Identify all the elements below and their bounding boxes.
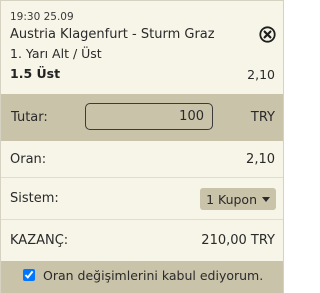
system-dropdown-value: 1 Kupon xyxy=(206,191,257,207)
system-dropdown[interactable]: 1 Kupon xyxy=(200,188,276,210)
total-odds-value: 2,10 xyxy=(246,152,275,167)
stake-bar: Tutar: TRY xyxy=(1,94,283,141)
system-row: Sistem: 1 Kupon xyxy=(1,178,283,219)
bet-slip: 19:30 25.09 Austria Klagenfurt - Sturm G… xyxy=(0,0,284,293)
selection-name: 1.5 Üst xyxy=(10,66,61,81)
stake-currency: TRY xyxy=(250,110,275,125)
bet-item: 19:30 25.09 Austria Klagenfurt - Sturm G… xyxy=(1,1,283,94)
winnings-row: KAZANÇ: 210,00 TRY xyxy=(1,220,283,261)
stake-input[interactable] xyxy=(85,103,213,130)
footer-bar: Oran değişimlerini kabul ediyorum. xyxy=(1,261,283,293)
caret-down-icon xyxy=(262,196,270,202)
close-icon[interactable] xyxy=(259,26,276,43)
total-odds-label: Oran: xyxy=(10,152,47,167)
odds-row: Oran: 2,10 xyxy=(1,141,283,177)
match-datetime: 19:30 25.09 xyxy=(10,11,74,23)
accept-odds-label[interactable]: Oran değişimlerini kabul ediyorum. xyxy=(43,268,263,283)
selection-odds: 2,10 xyxy=(247,67,275,82)
accept-odds-checkbox[interactable] xyxy=(23,269,35,281)
system-label: Sistem: xyxy=(10,191,59,206)
match-title: Austria Klagenfurt - Sturm Graz xyxy=(10,27,215,42)
stake-label: Tutar: xyxy=(11,110,48,125)
winnings-value: 210,00 TRY xyxy=(201,233,275,248)
market-name: 1. Yarı Alt / Üst xyxy=(10,46,102,61)
winnings-label: KAZANÇ: xyxy=(10,233,69,248)
